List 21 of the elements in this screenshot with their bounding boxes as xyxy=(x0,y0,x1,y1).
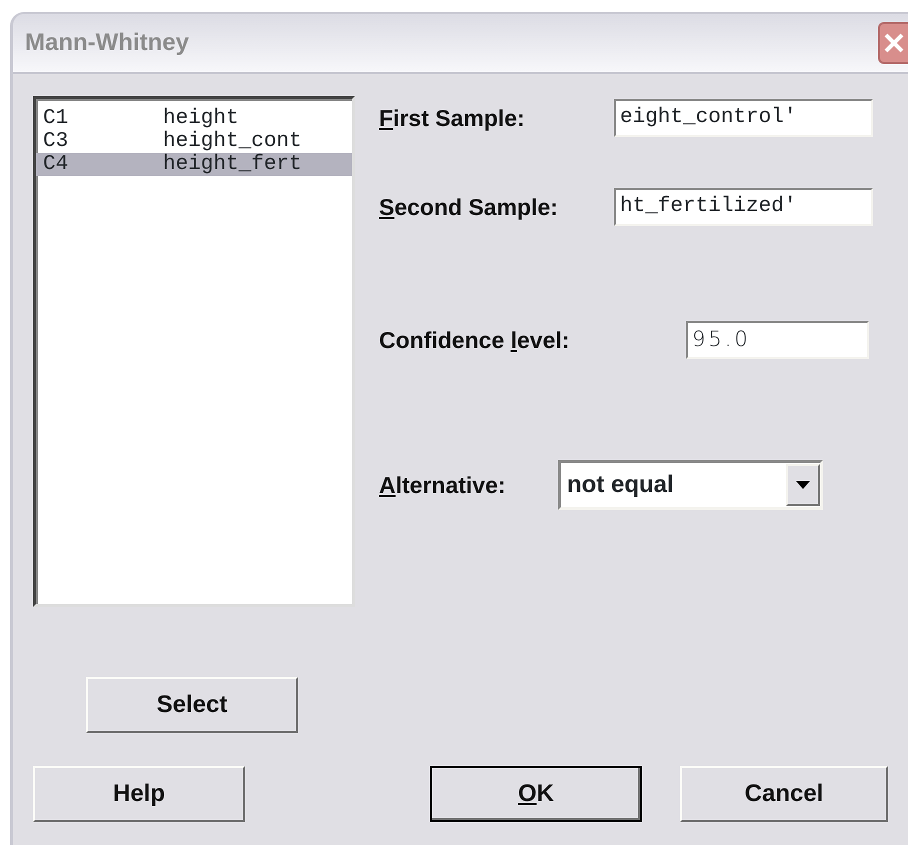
dialog-button[interactable]: OK xyxy=(430,766,642,822)
list-item[interactable]: C3 height_cont xyxy=(36,130,352,153)
dropdown[interactable]: not equal xyxy=(558,460,823,510)
dropdown-value: not equal xyxy=(567,470,674,500)
field-label: Confidence level: xyxy=(379,326,570,353)
input-field[interactable]: 95.0 xyxy=(686,321,869,359)
dropdown-button[interactable] xyxy=(786,464,820,506)
field-label: First Sample: xyxy=(379,104,525,131)
select-button[interactable]: Select xyxy=(86,677,298,733)
list-item[interactable]: C1 height xyxy=(36,107,352,130)
caret-icon xyxy=(796,481,810,489)
input-field[interactable]: ht_fertilized' xyxy=(614,188,873,226)
window-title: Mann-Whitney xyxy=(24,28,189,58)
field-label: Second Sample: xyxy=(379,194,558,220)
close-button[interactable] xyxy=(878,22,908,64)
dialog-button[interactable]: Cancel xyxy=(680,766,888,822)
dialog-button[interactable]: Help xyxy=(33,766,245,822)
close-icon xyxy=(883,32,905,54)
input-field[interactable]: eight_control' xyxy=(614,99,873,137)
field-label: Alternative: xyxy=(379,472,506,498)
list-item[interactable]: C4 height_fert xyxy=(36,153,352,176)
